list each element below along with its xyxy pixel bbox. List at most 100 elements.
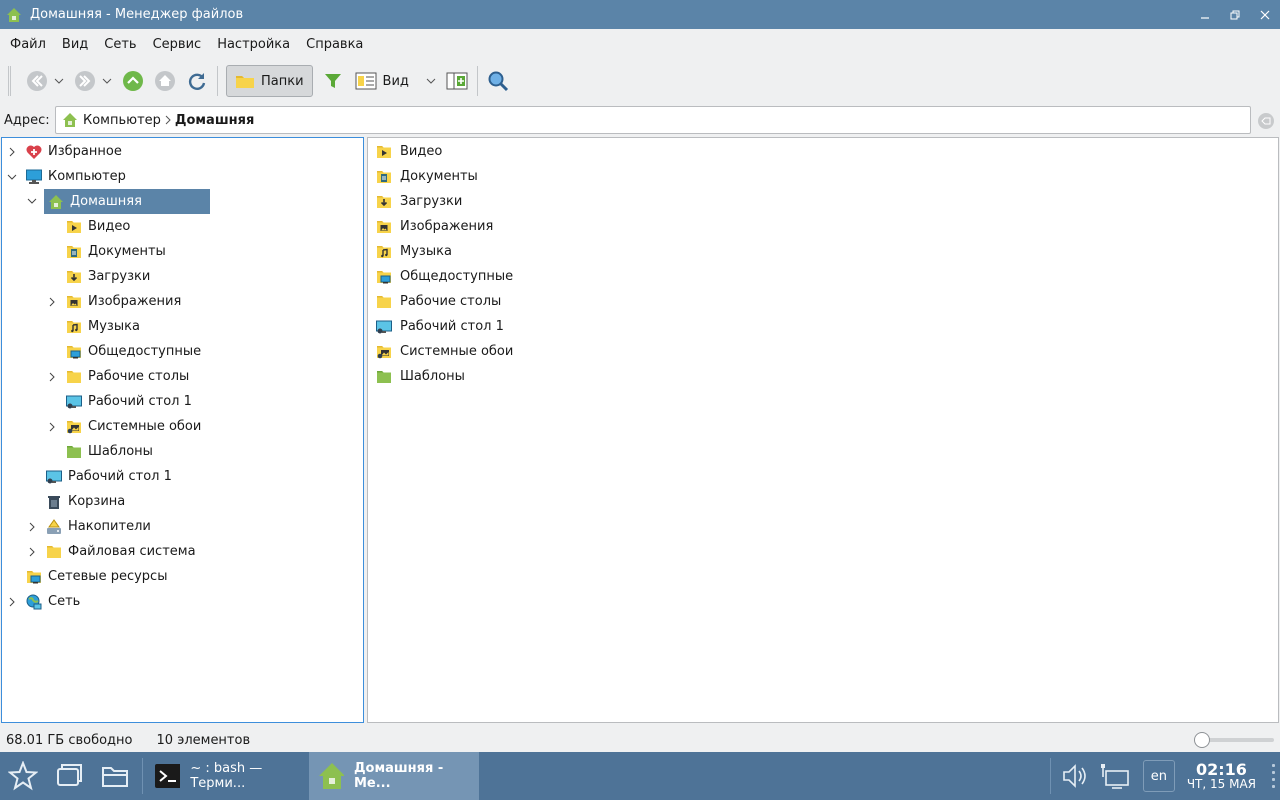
video-folder-icon: [376, 144, 392, 160]
file-manager-launcher[interactable]: [92, 752, 138, 800]
back-history-dropdown[interactable]: [53, 69, 65, 93]
tree-item[interactable]: Домашняя: [27, 189, 210, 214]
clock[interactable]: 02:16 ЧТ, 15 МАЯ: [1187, 761, 1256, 792]
keyboard-layout-indicator[interactable]: en: [1142, 760, 1175, 792]
tree-item[interactable]: Накопители: [26, 514, 151, 539]
split-view-icon: [446, 72, 468, 90]
file-list-item[interactable]: Общедоступные: [376, 264, 513, 289]
templates-folder-icon: [66, 444, 82, 460]
taskbar-separator: [142, 758, 143, 794]
tree-item[interactable]: Рабочий стол 1: [26, 464, 172, 489]
menu-view[interactable]: Вид: [54, 37, 96, 52]
folders-label: Папки: [261, 73, 304, 89]
expand-arrow-icon[interactable]: [46, 296, 58, 308]
tree-item[interactable]: Загрузки: [46, 264, 150, 289]
launcher-button[interactable]: [0, 752, 46, 800]
file-list-item[interactable]: Шаблоны: [376, 364, 465, 389]
back-button[interactable]: [25, 69, 49, 93]
tree-item[interactable]: Рабочий стол 1: [46, 389, 192, 414]
tree-item[interactable]: Файловая система: [26, 539, 196, 564]
new-panel-button[interactable]: [445, 69, 469, 93]
expand-arrow-icon[interactable]: [26, 521, 38, 533]
collapse-arrow-icon[interactable]: [26, 195, 38, 207]
file-list-item[interactable]: Рабочие столы: [376, 289, 501, 314]
expand-arrow-icon[interactable]: [46, 421, 58, 433]
search-button[interactable]: [486, 69, 510, 93]
view-button[interactable]: Вид: [349, 65, 415, 97]
home-icon: [319, 763, 344, 789]
menu-tools[interactable]: Сервис: [145, 37, 210, 52]
folders-toggle-button[interactable]: Папки: [226, 65, 313, 97]
tree-item[interactable]: Сетевые ресурсы: [6, 564, 167, 589]
up-button[interactable]: [121, 69, 145, 93]
forward-button[interactable]: [73, 69, 97, 93]
toolbar-grip[interactable]: [8, 66, 11, 96]
clear-address-button[interactable]: [1258, 113, 1274, 129]
clear-icon: [1261, 117, 1271, 125]
task-terminal[interactable]: ~ : bash — Терми...: [147, 752, 309, 800]
zoom-slider-handle[interactable]: [1194, 732, 1210, 748]
home-button[interactable]: [153, 69, 177, 93]
documents-folder-icon: [66, 244, 82, 260]
tree-item[interactable]: Системные обои: [46, 414, 201, 439]
file-list-item-label: Общедоступные: [400, 269, 514, 284]
title-bar: Домашняя - Менеджер файлов: [0, 0, 1280, 29]
tree-item[interactable]: Корзина: [26, 489, 125, 514]
panel-handle[interactable]: [1268, 752, 1278, 800]
tree-item[interactable]: Общедоступные: [46, 339, 201, 364]
network-tray-button[interactable]: [1095, 752, 1135, 800]
reload-icon: [188, 73, 206, 90]
file-list-item[interactable]: Музыка: [376, 239, 452, 264]
window-title: Домашняя - Менеджер файлов: [30, 7, 244, 22]
filter-button[interactable]: [321, 69, 345, 93]
minimize-button[interactable]: [1190, 0, 1220, 29]
computer-icon: [26, 169, 42, 185]
tree-item[interactable]: Рабочие столы: [46, 364, 189, 389]
file-list-item[interactable]: Загрузки: [376, 189, 462, 214]
expand-arrow-icon[interactable]: [26, 546, 38, 558]
breadcrumb-computer[interactable]: Компьютер: [83, 113, 161, 128]
menu-settings[interactable]: Настройка: [209, 37, 298, 52]
tree-item[interactable]: Документы: [46, 239, 166, 264]
view-dropdown[interactable]: [425, 69, 437, 93]
file-list-item[interactable]: Рабочий стол 1: [376, 314, 504, 339]
volume-button[interactable]: [1055, 752, 1095, 800]
restore-button[interactable]: [1220, 0, 1250, 29]
tree-item[interactable]: Избранное: [6, 139, 122, 164]
collapse-arrow-icon[interactable]: [6, 171, 18, 183]
file-list-item[interactable]: Документы: [376, 164, 478, 189]
menu-network[interactable]: Сеть: [96, 37, 144, 52]
home-icon: [7, 7, 21, 22]
tree-item[interactable]: Сеть: [6, 589, 80, 614]
trash-icon: [46, 494, 62, 510]
file-list-item[interactable]: Системные обои: [376, 339, 513, 364]
tree-item[interactable]: Шаблоны: [46, 439, 153, 464]
menu-file[interactable]: Файл: [2, 37, 54, 52]
file-list[interactable]: Видео Документы Загрузки Изображения Музыка О…: [367, 137, 1279, 723]
breadcrumb-home[interactable]: Домашняя: [175, 113, 254, 128]
forward-history-dropdown[interactable]: [101, 69, 113, 93]
clock-date: ЧТ, 15 МАЯ: [1186, 777, 1256, 792]
expand-arrow-icon[interactable]: [6, 146, 18, 158]
task-file-manager[interactable]: Домашняя - Ме...: [309, 752, 479, 800]
windows-overview-button[interactable]: [46, 752, 92, 800]
expand-arrow-icon[interactable]: [6, 596, 18, 608]
zoom-slider[interactable]: [1194, 732, 1274, 748]
expand-arrow-icon[interactable]: [46, 371, 58, 383]
tree-item[interactable]: Видео: [46, 214, 130, 239]
folder-tree[interactable]: Избранное Компьютер Домашняя Видео Документы…: [1, 137, 364, 723]
address-field[interactable]: Компьютер Домашняя: [55, 106, 1251, 134]
tree-item[interactable]: Компьютер: [6, 164, 126, 189]
tree-item[interactable]: Изображения: [46, 289, 181, 314]
reload-button[interactable]: [185, 69, 209, 93]
menu-help[interactable]: Справка: [298, 37, 371, 52]
file-list-item[interactable]: Видео: [376, 139, 442, 164]
forward-icon: [75, 71, 95, 91]
tree-item-label: Общедоступные: [88, 344, 202, 359]
close-button[interactable]: [1250, 0, 1280, 29]
system-tray: en 02:16 ЧТ, 15 МАЯ: [1046, 752, 1280, 800]
file-list-item[interactable]: Изображения: [376, 214, 493, 239]
tree-item[interactable]: Музыка: [46, 314, 140, 339]
